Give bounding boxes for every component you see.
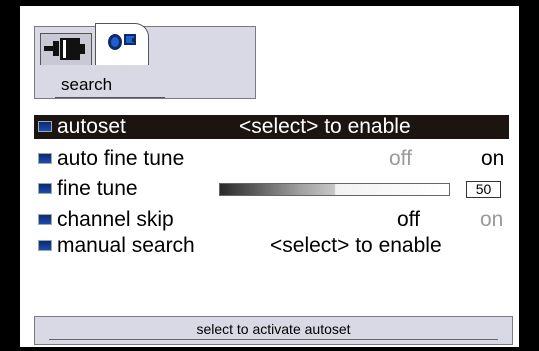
- menu-item-value: <select> to enable: [239, 115, 411, 138]
- fine-tune-value: 50: [466, 181, 501, 198]
- tab-antenna[interactable]: [40, 33, 92, 65]
- page-title: search: [61, 75, 113, 94]
- menu-item-auto-fine-tune[interactable]: auto fine tune off on: [34, 147, 509, 171]
- menu-item-label: channel skip: [57, 208, 174, 231]
- menu-bullet-icon: [38, 183, 52, 194]
- menu-item-value: <select> to enable: [270, 234, 442, 257]
- header-divider: [55, 97, 165, 98]
- antenna-plug-icon: [44, 38, 85, 60]
- menu-item-fine-tune[interactable]: fine tune 50: [34, 177, 509, 201]
- status-bar: select to activate autoset: [34, 316, 513, 345]
- tab-picture[interactable]: [95, 23, 149, 65]
- menu-item-autoset[interactable]: autoset <select> to enable: [34, 115, 509, 139]
- camera-tv-icon: [108, 34, 136, 50]
- menu-bullet-icon: [38, 240, 52, 251]
- option-off[interactable]: off: [397, 208, 420, 232]
- menu-header: search: [34, 23, 256, 99]
- menu-item-manual-search[interactable]: manual search <select> to enable: [34, 234, 509, 258]
- fine-tune-slider[interactable]: [219, 183, 450, 196]
- option-on[interactable]: on: [481, 147, 504, 171]
- status-text: select to activate autoset: [196, 321, 351, 337]
- menu-item-label: auto fine tune: [57, 147, 185, 170]
- menu-bullet-icon: [38, 121, 52, 132]
- option-off[interactable]: off: [389, 147, 412, 171]
- menu-item-label: manual search: [57, 234, 195, 257]
- menu-item-channel-skip[interactable]: channel skip off on: [34, 208, 509, 232]
- menu-item-label: autoset: [57, 115, 126, 138]
- menu-item-label: fine tune: [57, 177, 138, 200]
- menu-bullet-icon: [38, 153, 52, 164]
- option-on[interactable]: on: [480, 208, 503, 232]
- menu-bullet-icon: [38, 214, 52, 225]
- menu-panel: search autoset <select> to enable auto f…: [20, 6, 519, 347]
- status-divider: [49, 339, 498, 340]
